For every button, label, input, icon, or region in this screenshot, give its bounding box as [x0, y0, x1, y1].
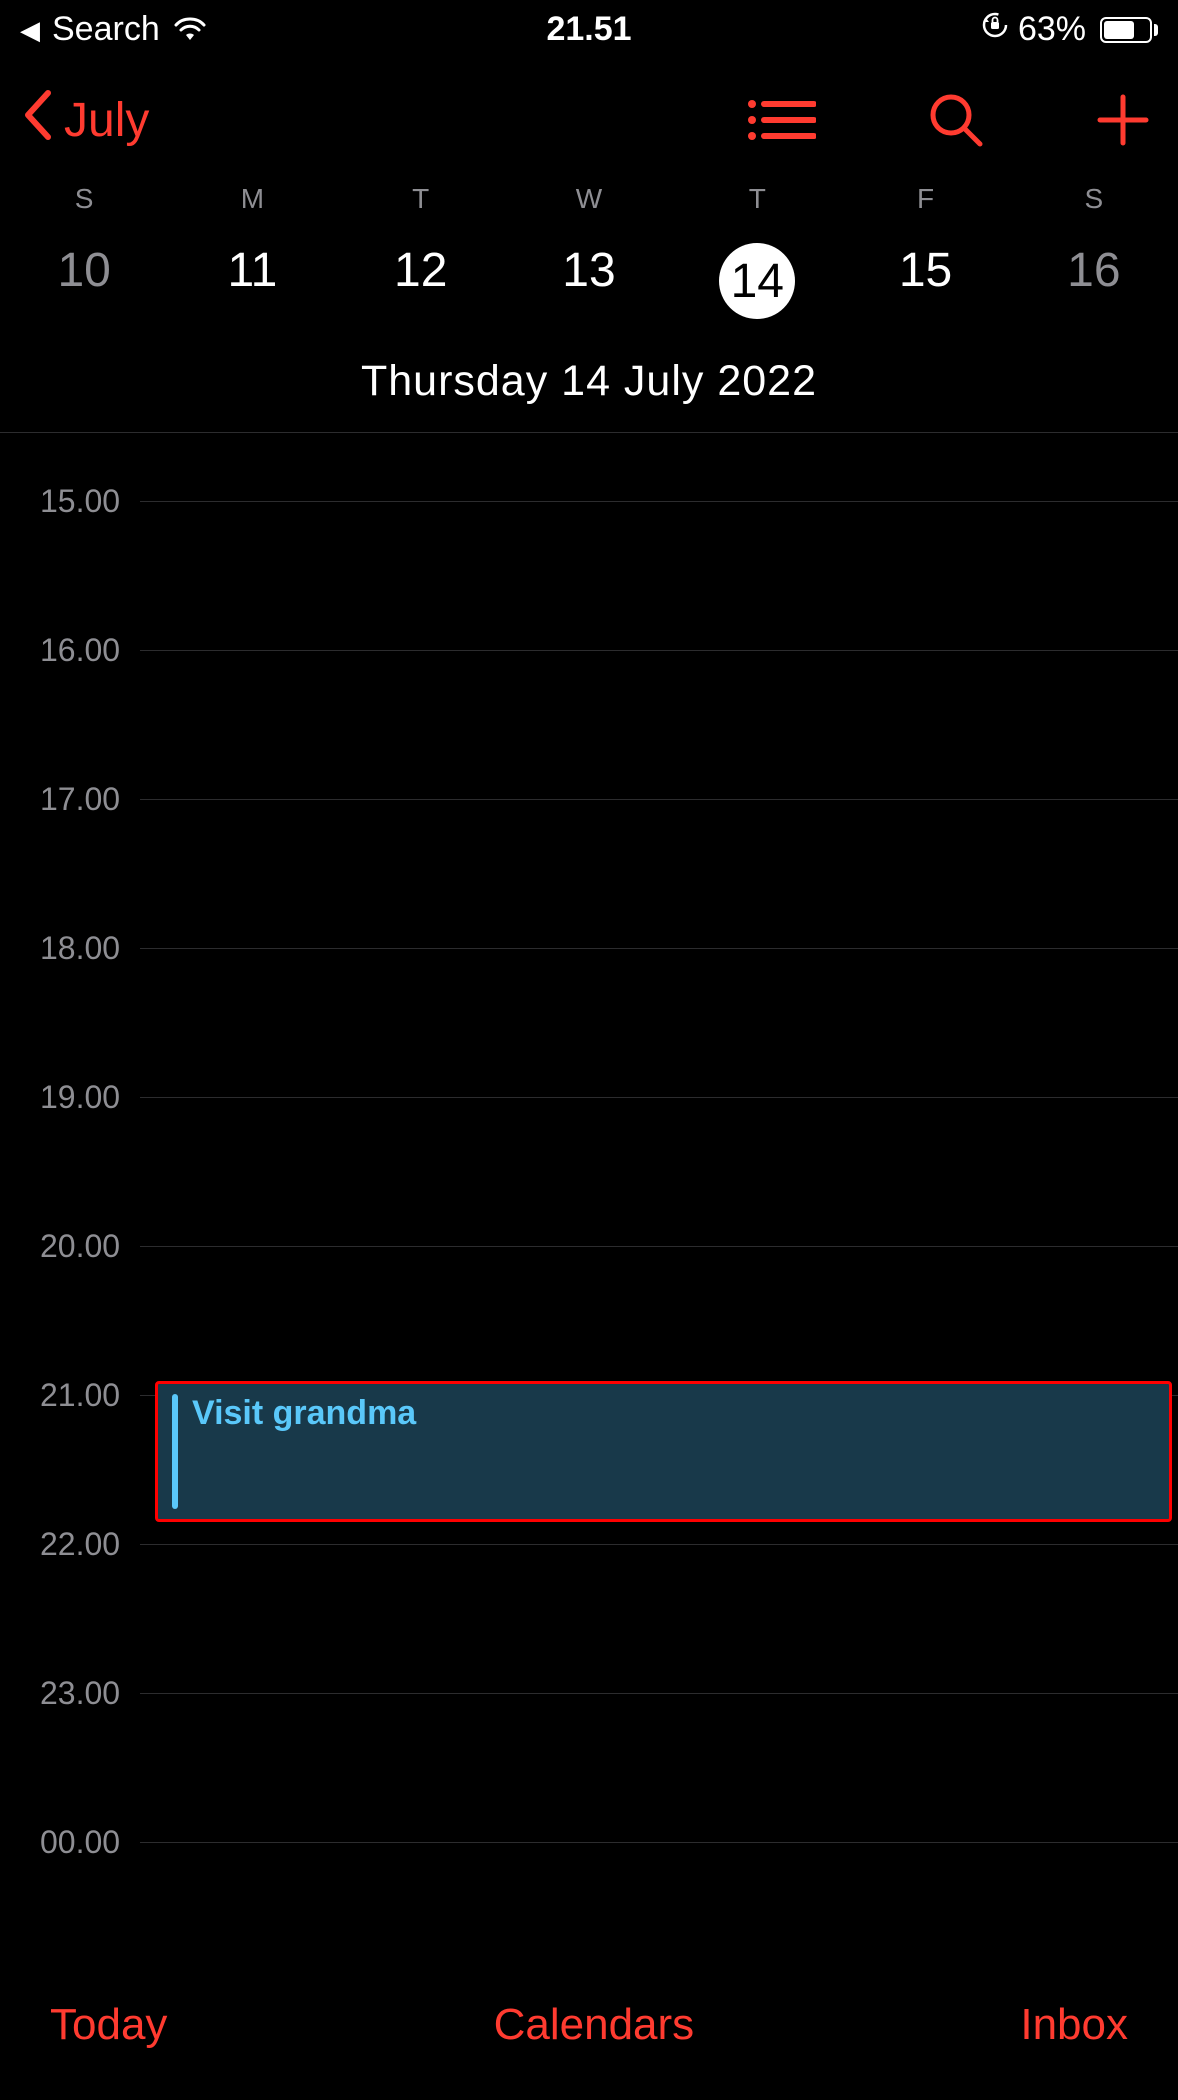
back-app-label[interactable]: Search	[52, 10, 160, 49]
hour-line	[140, 948, 1178, 949]
day-number[interactable]: 16	[1067, 243, 1120, 298]
inbox-button[interactable]: Inbox	[1020, 2000, 1128, 2050]
day-column[interactable]: F 15	[841, 183, 1009, 319]
hour-line	[140, 1544, 1178, 1545]
status-bar-left: ◀ Search	[20, 10, 208, 49]
status-bar-time: 21.51	[546, 10, 631, 49]
event-color-bar	[172, 1394, 178, 1509]
hour-row: 23.00	[0, 1675, 1178, 1712]
hour-label: 15.00	[0, 483, 140, 520]
hour-line	[140, 1246, 1178, 1247]
battery-percent-label: 63%	[1018, 10, 1086, 49]
hour-label: 19.00	[0, 1079, 140, 1116]
chevron-left-icon	[18, 87, 58, 153]
today-button[interactable]: Today	[50, 2000, 167, 2050]
status-bar: ◀ Search 21.51 63%	[0, 0, 1178, 57]
hour-line	[140, 799, 1178, 800]
hour-label: 22.00	[0, 1526, 140, 1563]
day-column[interactable]: M 11	[168, 183, 336, 319]
hour-row: 19.00	[0, 1079, 1178, 1116]
day-number[interactable]: 13	[562, 243, 615, 298]
hour-row: 22.00	[0, 1526, 1178, 1563]
hour-line	[140, 1097, 1178, 1098]
day-column[interactable]: W 13	[505, 183, 673, 319]
day-column[interactable]: T 14	[673, 183, 841, 319]
hour-line	[140, 650, 1178, 651]
battery-icon	[1094, 17, 1158, 43]
divider	[0, 432, 1178, 433]
day-column[interactable]: T 12	[337, 183, 505, 319]
day-column[interactable]: S 10	[0, 183, 168, 319]
search-icon[interactable]	[926, 90, 986, 150]
list-view-icon[interactable]	[744, 94, 816, 146]
add-event-icon[interactable]	[1096, 93, 1150, 147]
hour-row: 15.00	[0, 483, 1178, 520]
day-letter: S	[75, 183, 94, 215]
day-timeline[interactable]: 15.00 16.00 17.00 18.00 19.00 20.00 21.00 22.00…	[0, 483, 1178, 2013]
wifi-icon	[172, 16, 208, 44]
month-label: July	[64, 93, 149, 148]
bottom-toolbar: Today Calendars Inbox	[0, 1966, 1178, 2100]
hour-row: 20.00	[0, 1228, 1178, 1265]
calendar-event[interactable]: Visit grandma	[155, 1381, 1172, 1522]
day-letter: T	[749, 183, 766, 215]
day-column[interactable]: S 16	[1010, 183, 1178, 319]
back-app-triangle-icon[interactable]: ◀	[20, 17, 40, 43]
hour-line	[140, 1842, 1178, 1843]
week-row: S 10 M 11 T 12 W 13 T 14 F 15 S 16	[0, 173, 1178, 339]
day-letter: S	[1085, 183, 1104, 215]
event-title: Visit grandma	[192, 1394, 416, 1433]
hour-line	[140, 1693, 1178, 1694]
hour-row: 18.00	[0, 930, 1178, 967]
status-bar-right: 63%	[980, 10, 1158, 49]
day-number[interactable]: 10	[57, 243, 110, 298]
day-letter: W	[576, 183, 602, 215]
hour-line	[140, 501, 1178, 502]
hour-row: 17.00	[0, 781, 1178, 818]
hour-label: 17.00	[0, 781, 140, 818]
day-letter: M	[241, 183, 264, 215]
hour-label: 23.00	[0, 1675, 140, 1712]
hour-label: 00.00	[0, 1824, 140, 1861]
orientation-lock-icon	[980, 10, 1010, 49]
hour-row: 16.00	[0, 632, 1178, 669]
full-date-label: Thursday 14 July 2022	[0, 339, 1178, 432]
hour-label: 18.00	[0, 930, 140, 967]
day-number[interactable]: 15	[899, 243, 952, 298]
hour-label: 20.00	[0, 1228, 140, 1265]
day-letter: F	[917, 183, 934, 215]
hour-label: 21.00	[0, 1377, 140, 1414]
day-number[interactable]: 12	[394, 243, 447, 298]
calendars-button[interactable]: Calendars	[494, 2000, 695, 2050]
nav-bar: July	[0, 57, 1178, 173]
day-number[interactable]: 14	[719, 243, 795, 319]
day-number[interactable]: 11	[228, 243, 278, 298]
back-to-month-button[interactable]: July	[18, 87, 149, 153]
hour-row: 00.00	[0, 1824, 1178, 1861]
hour-label: 16.00	[0, 632, 140, 669]
day-letter: T	[412, 183, 429, 215]
